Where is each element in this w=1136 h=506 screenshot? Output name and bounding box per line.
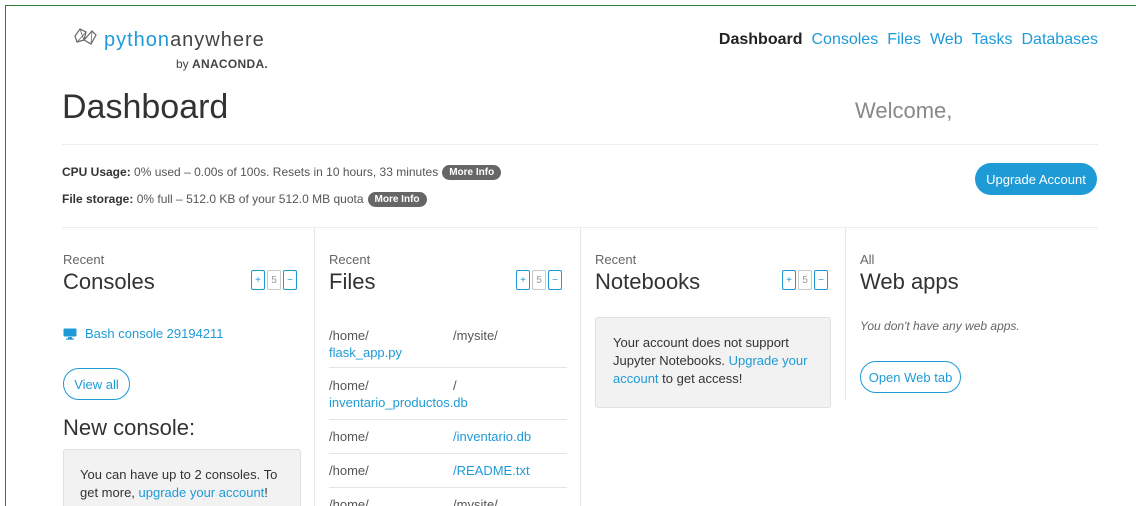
count-value: 5	[798, 270, 812, 290]
consoles-title: Consoles	[63, 269, 155, 294]
nav-files[interactable]: Files	[887, 31, 921, 49]
nav-web[interactable]: Web	[930, 31, 963, 49]
file-row[interactable]: /home/ /inventario.db	[329, 420, 567, 454]
file-row[interactable]: /home/ /README.txt	[329, 454, 567, 488]
count-value: 5	[532, 270, 546, 290]
cpu-usage-text: 0% used – 0.00s of 100s. Resets in 10 ho…	[134, 165, 439, 179]
file-dir: /home/	[329, 328, 369, 343]
file-subdir: /	[453, 378, 457, 393]
new-console-heading: New console:	[63, 415, 196, 440]
upgrade-account-link[interactable]: upgrade your account	[139, 485, 265, 500]
console-limit-box: You can have up to 2 consoles. To get mo…	[63, 449, 301, 506]
notebooks-panel: Recent Notebooks + 5 − Your account does…	[595, 228, 835, 506]
nav-databases[interactable]: Databases	[1022, 31, 1099, 49]
webapps-panel: All Web apps You don't have any web apps…	[860, 228, 1100, 506]
nav-dashboard[interactable]: Dashboard	[719, 31, 803, 49]
files-pager: + 5 −	[516, 270, 562, 290]
logo-byline: by ANACONDA.	[176, 57, 269, 71]
file-dir: /home/	[329, 497, 369, 506]
cpu-more-info-button[interactable]: More Info	[442, 165, 502, 180]
file-name[interactable]: /README.txt	[453, 463, 530, 478]
increase-button[interactable]: +	[251, 270, 265, 290]
column-divider	[314, 228, 315, 506]
column-divider	[845, 228, 846, 400]
consoles-kicker: Recent	[63, 252, 105, 267]
storage-label: File storage:	[62, 192, 134, 206]
decrease-button[interactable]: −	[548, 270, 562, 290]
nav-tasks[interactable]: Tasks	[972, 31, 1013, 49]
notebooks-notice: Your account does not support Jupyter No…	[595, 317, 831, 408]
count-value: 5	[267, 270, 281, 290]
nav-consoles[interactable]: Consoles	[812, 31, 879, 49]
decrease-button[interactable]: −	[283, 270, 297, 290]
page-title: Dashboard	[62, 88, 229, 126]
pythonanywhere-logo[interactable]: pythonanywhere by ANACONDA.	[72, 22, 292, 74]
logo-icon	[74, 28, 97, 45]
file-name[interactable]: inventario_productos.db	[329, 395, 567, 410]
files-panel: Recent Files + 5 − /home/ /mysite/ flask…	[329, 228, 569, 506]
notebooks-title: Notebooks	[595, 269, 701, 294]
console-link[interactable]: Bash console 29194211	[63, 326, 224, 341]
no-webapps-text: You don't have any web apps.	[860, 319, 1020, 333]
file-dir: /home/	[329, 463, 369, 478]
increase-button[interactable]: +	[782, 270, 796, 290]
webapps-kicker: All	[860, 252, 875, 267]
recent-files-list: /home/ /mysite/ flask_app.py /home/ / in…	[329, 322, 567, 506]
divider	[62, 144, 1098, 145]
file-subdir: /mysite/	[453, 497, 498, 506]
file-dir: /home/	[329, 378, 369, 393]
file-dir: /home/	[329, 429, 369, 444]
console-link-label[interactable]: Bash console 29194211	[85, 326, 224, 341]
decrease-button[interactable]: −	[814, 270, 828, 290]
storage-more-info-button[interactable]: More Info	[367, 192, 427, 207]
logo-wordmark: pythonanywhere	[104, 29, 265, 51]
cpu-usage: CPU Usage: 0% used – 0.00s of 100s. Rese…	[62, 165, 502, 180]
increase-button[interactable]: +	[516, 270, 530, 290]
file-row[interactable]: /home/ / inventario_productos.db	[329, 368, 567, 420]
column-divider	[580, 228, 581, 506]
notebooks-kicker: Recent	[595, 252, 637, 267]
notebooks-pager: + 5 −	[782, 270, 828, 290]
top-nav: Dashboard Consoles Files Web Tasks Datab…	[719, 31, 1098, 49]
welcome-text: Welcome,	[855, 98, 953, 123]
webapps-title: Web apps	[860, 269, 959, 294]
cpu-usage-label: CPU Usage:	[62, 165, 131, 179]
console-limit-end: !	[264, 485, 268, 500]
file-row[interactable]: /home/ /mysite/	[329, 488, 567, 506]
file-subdir: /mysite/	[453, 328, 498, 343]
consoles-pager: + 5 −	[251, 270, 297, 290]
view-all-button[interactable]: View all	[63, 368, 130, 400]
file-storage: File storage: 0% full – 512.0 KB of your…	[62, 192, 427, 207]
files-title: Files	[329, 269, 376, 294]
file-row[interactable]: /home/ /mysite/ flask_app.py	[329, 322, 567, 368]
file-name[interactable]: /inventario.db	[453, 429, 531, 444]
file-name[interactable]: flask_app.py	[329, 345, 567, 360]
consoles-panel: Recent Consoles + 5 − Bash console 29194…	[63, 228, 303, 506]
monitor-icon	[63, 328, 77, 340]
files-kicker: Recent	[329, 252, 371, 267]
open-web-tab-button[interactable]: Open Web tab	[860, 361, 961, 393]
notebooks-notice-end: to get access!	[658, 371, 743, 386]
upgrade-account-button[interactable]: Upgrade Account	[975, 163, 1097, 195]
storage-text: 0% full – 512.0 KB of your 512.0 MB quot…	[136, 192, 364, 206]
